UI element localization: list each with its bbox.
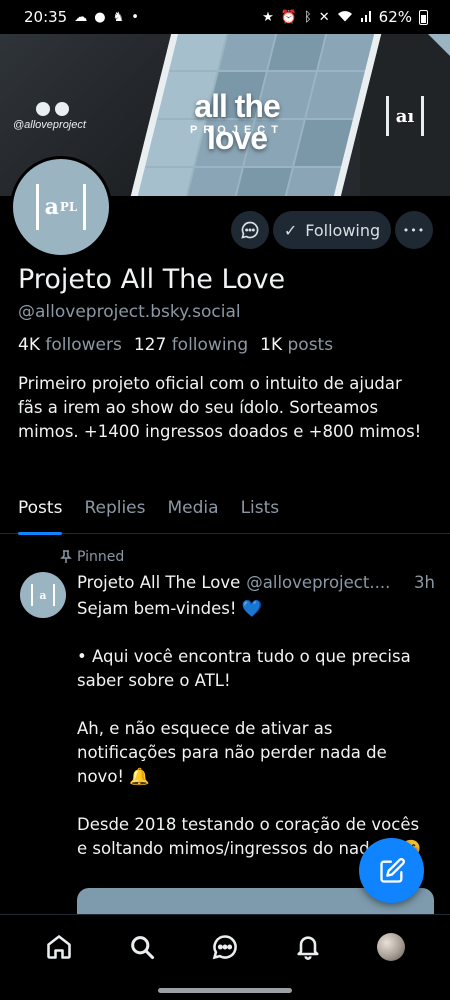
- post-text-line: Ah, e não esquece de ativar as notificaç…: [77, 719, 387, 786]
- following-button[interactable]: ✓ Following: [273, 211, 391, 249]
- post-header[interactable]: Projeto All The Love @alloveproject.... …: [77, 573, 435, 592]
- nav-home[interactable]: [39, 927, 79, 967]
- profile-tabs: Posts Replies Media Lists: [0, 492, 450, 535]
- pinned-indicator: Pinned: [60, 549, 124, 565]
- chat-bubble-icon: ●: [94, 9, 106, 25]
- chat-icon: [241, 221, 259, 239]
- compose-icon: [379, 857, 405, 883]
- post-author-avatar[interactable]: a: [20, 572, 66, 618]
- cloud-icon: ☁: [74, 9, 88, 25]
- tab-lists[interactable]: Lists: [241, 492, 280, 534]
- star-icon: ★: [262, 9, 274, 25]
- atl-logo-icon: a: [31, 584, 55, 606]
- profile-avatar[interactable]: a PL: [10, 156, 112, 258]
- clock: 20:35: [24, 8, 68, 26]
- more-options-button[interactable]: •••: [395, 211, 433, 249]
- post-handle: @alloveproject....: [246, 573, 391, 592]
- wifi-icon: [337, 10, 353, 25]
- pin-icon: [60, 550, 72, 563]
- signal-icon: [360, 10, 372, 25]
- more-icon: •••: [402, 223, 426, 237]
- profile-name: Projeto All The Love: [18, 264, 286, 295]
- mute-icon: ✕: [318, 9, 330, 25]
- tab-replies[interactable]: Replies: [84, 492, 145, 534]
- post-text-line: Sejam bem-vindes! 💙: [77, 599, 263, 618]
- status-bar: 20:35 ☁ ● ♞ • ★ ⏰ ᛒ ✕ 62%: [0, 0, 450, 34]
- nav-notifications[interactable]: [288, 927, 328, 967]
- dot-icon: •: [131, 9, 139, 25]
- compose-post-button[interactable]: [359, 838, 424, 903]
- nav-search[interactable]: [122, 927, 162, 967]
- post-time: 3h: [414, 573, 435, 592]
- battery-icon: [419, 9, 428, 25]
- banner-handle: @alloveproject: [13, 119, 86, 131]
- app-icon: ♞: [112, 9, 125, 25]
- home-indicator[interactable]: [158, 988, 292, 993]
- bluetooth-icon: ᛒ: [303, 9, 312, 25]
- banner-social-icons: [36, 102, 69, 116]
- tab-posts[interactable]: Posts: [18, 492, 63, 535]
- banner-title: all the love: [194, 88, 280, 156]
- chat-icon: [212, 934, 237, 959]
- banner-subtitle: PROJECT: [190, 124, 284, 136]
- message-button[interactable]: [231, 211, 269, 249]
- post-body[interactable]: Sejam bem-vindes! 💙 • Aqui você encontra…: [77, 597, 427, 861]
- bell-icon: [297, 935, 319, 960]
- twitter-icon: [36, 102, 50, 116]
- tab-media[interactable]: Media: [168, 492, 219, 534]
- battery-level: 62%: [378, 8, 412, 26]
- followers-stat[interactable]: 4K followers: [18, 335, 122, 355]
- profile-stats: 4K followers 127 following 1K posts: [18, 335, 333, 355]
- posts-stat: 1K posts: [260, 335, 334, 355]
- search-icon: [131, 935, 155, 959]
- bottom-navigation: [0, 914, 450, 978]
- alarm-icon: ⏰: [280, 9, 297, 25]
- banner-corner-accent: [428, 34, 450, 56]
- following-stat[interactable]: 127 following: [134, 335, 248, 355]
- profile-bio: Primeiro projeto oficial com o intuito d…: [18, 374, 422, 441]
- banner-logo: aı: [386, 96, 424, 136]
- atl-logo-icon: a PL: [36, 184, 86, 230]
- following-button-label: Following: [305, 220, 381, 240]
- post-text-line: • Aqui você encontra tudo o que precisa …: [77, 647, 411, 690]
- nav-chat[interactable]: [205, 927, 245, 967]
- pinned-label: Pinned: [77, 549, 125, 565]
- nav-profile[interactable]: [371, 927, 411, 967]
- instagram-icon: [55, 102, 69, 116]
- profile-avatar-icon: [376, 932, 405, 961]
- check-icon: ✓: [283, 220, 298, 240]
- home-icon: [47, 934, 72, 959]
- profile-handle: @alloveproject.bsky.social: [18, 302, 241, 322]
- post-author: Projeto All The Love: [77, 573, 241, 592]
